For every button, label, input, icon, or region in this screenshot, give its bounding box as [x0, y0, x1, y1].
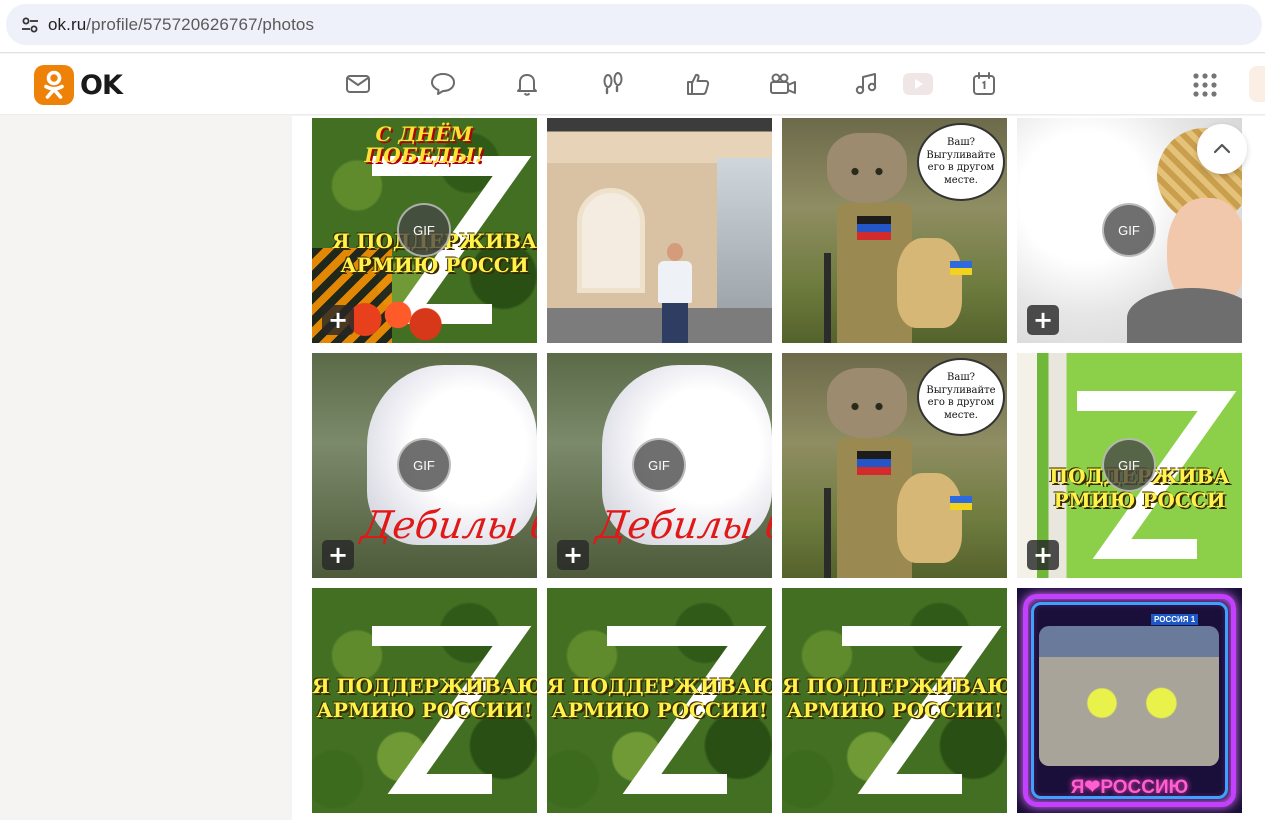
events-icon[interactable]	[682, 68, 714, 100]
flag-patch	[857, 451, 891, 475]
site-header: OK	[0, 54, 1265, 115]
ukraine-flag	[950, 261, 972, 275]
dog-figure	[897, 473, 962, 563]
photo-tile[interactable]: Я ПОДДЕРЖИВАЮ АРМИЮ РОССИИ!	[547, 588, 772, 813]
rifle	[824, 253, 831, 343]
coat	[1127, 288, 1242, 343]
left-sidebar	[0, 116, 292, 820]
gif-badge[interactable]: GIF	[632, 438, 686, 492]
photo-tile[interactable]	[547, 118, 772, 343]
photo-tile[interactable]: ПОДДЕРЖИВАРМИЮ РОССИGIF+	[1017, 353, 1242, 578]
gif-badge[interactable]: GIF	[397, 438, 451, 492]
red-caption: Дебилы бл	[358, 503, 537, 547]
scroll-to-top-button[interactable]	[1197, 124, 1247, 174]
browser-address-bar: ok.ru/profile/575720626767/photos	[0, 0, 1265, 53]
ok-logo[interactable]: OK	[34, 65, 123, 105]
cat-figure	[827, 133, 907, 203]
photo-tile[interactable]: РОССИЯ 1 Я❤РОССИЮ	[1017, 588, 1242, 813]
channel-badge: РОССИЯ 1	[1151, 614, 1199, 625]
profile-menu-edge[interactable]	[1249, 66, 1265, 102]
flag-patch	[857, 216, 891, 240]
tile-caption-line1: Я ПОДДЕРЖИВАЮ	[312, 676, 537, 697]
photo-tile[interactable]: Ваш? Выгуливайте его в другом месте.	[782, 118, 1007, 343]
photo-tile[interactable]: Ваш? Выгуливайте его в другом месте.	[782, 353, 1007, 578]
gif-badge[interactable]: GIF	[1102, 438, 1156, 492]
url-path: /profile/575720626767/photos	[86, 14, 315, 34]
add-photo-button[interactable]: +	[1027, 305, 1059, 335]
add-photo-button[interactable]: +	[1027, 540, 1059, 570]
tile-caption-line2: АРМИЮ РОССИИ!	[786, 700, 1003, 721]
photos-content: С ДНЁМ ПОБЕДЫ!Я ПОДДЕРЖИВААРМИЮ РОССИGIF…	[292, 116, 1265, 820]
videos-icon[interactable]	[767, 68, 799, 100]
cat-figure	[827, 368, 907, 438]
tile-caption-line2: РМИЮ РОССИ	[1053, 490, 1226, 511]
apps-grid-icon[interactable]	[1190, 70, 1220, 100]
cat-with-sunglasses	[1039, 626, 1219, 766]
guests-icon[interactable]	[597, 68, 629, 100]
speech-bubble-text: Ваш? Выгуливайте его в другом месте.	[926, 372, 996, 421]
photo-tile[interactable]: С ДНЁМ ПОБЕДЫ!Я ПОДДЕРЖИВААРМИЮ РОССИGIF…	[312, 118, 537, 343]
tile-caption-line1: Я ПОДДЕРЖИВАЮ	[782, 676, 1007, 697]
tile-top-text: С ДНЁМ ПОБЕДЫ!	[364, 122, 484, 167]
discussions-icon[interactable]	[427, 68, 459, 100]
calendar-icon[interactable]	[968, 68, 1000, 100]
person-figure	[655, 243, 695, 343]
tile-caption-line1: Я ПОДДЕРЖИВАЮ	[547, 676, 772, 697]
gif-badge[interactable]: GIF	[1102, 203, 1156, 257]
ukraine-flag	[950, 496, 972, 510]
messages-icon[interactable]	[342, 68, 374, 100]
url-field[interactable]: ok.ru/profile/575720626767/photos	[6, 4, 1262, 45]
chevron-up-icon	[1213, 143, 1231, 154]
photo-tile[interactable]: Я ПОДДЕРЖИВАЮ АРМИЮ РОССИИ!	[312, 588, 537, 813]
music-icon[interactable]	[851, 68, 883, 100]
street-background	[717, 158, 772, 308]
red-caption: Дебилы бл	[593, 503, 772, 547]
site-settings-icon[interactable]	[12, 7, 48, 43]
add-photo-button[interactable]: +	[557, 540, 589, 570]
photo-tile[interactable]: Дебилы бл GIF +	[312, 353, 537, 578]
ok-logo-icon	[34, 65, 74, 105]
neon-bottom-text: Я❤РОССИЮ	[1070, 777, 1189, 798]
video-play-icon[interactable]	[902, 68, 934, 100]
speech-bubble: Ваш? Выгуливайте его в другом месте.	[917, 358, 1005, 436]
tile-caption-line2: АРМИЮ РОССИИ!	[551, 700, 768, 721]
notifications-icon[interactable]	[511, 68, 543, 100]
url-host: ok.ru	[48, 14, 87, 34]
gif-badge[interactable]: GIF	[397, 203, 451, 257]
speech-bubble-text: Ваш? Выгуливайте его в другом месте.	[926, 137, 996, 186]
photo-tile[interactable]: Я ПОДДЕРЖИВАЮ АРМИЮ РОССИИ!	[782, 588, 1007, 813]
url-text: ok.ru/profile/575720626767/photos	[48, 15, 314, 35]
photo-tile[interactable]: Дебилы бл GIF +	[547, 353, 772, 578]
tile-caption-line2: АРМИЮ РОССИ	[340, 255, 529, 276]
rifle	[824, 488, 831, 578]
add-photo-button[interactable]: +	[322, 305, 354, 335]
add-photo-button[interactable]: +	[322, 540, 354, 570]
dog-figure	[897, 238, 962, 328]
ok-logo-text: OK	[80, 69, 123, 101]
tile-caption-line2: АРМИЮ РОССИИ!	[316, 700, 533, 721]
building-window	[577, 188, 645, 293]
speech-bubble: Ваш? Выгуливайте его в другом месте.	[917, 123, 1005, 201]
